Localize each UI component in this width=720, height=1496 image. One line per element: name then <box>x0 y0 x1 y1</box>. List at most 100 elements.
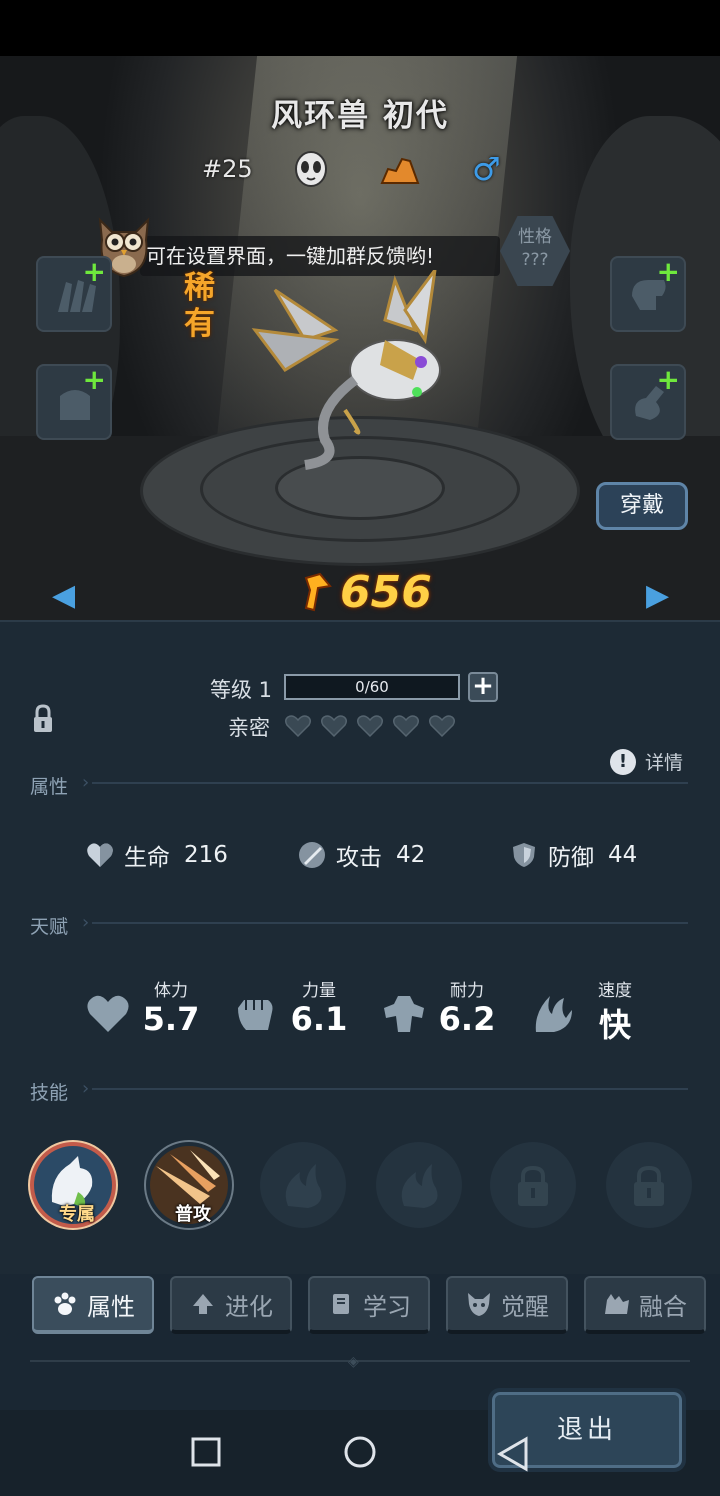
details-button[interactable]: ! 详情 <box>610 748 683 775</box>
equip-slot-amulet[interactable]: + <box>610 364 686 440</box>
stat-hp: 生命 216 <box>86 838 228 872</box>
skill-slot-locked[interactable] <box>490 1142 576 1228</box>
tab-label: 属性 <box>87 1292 135 1321</box>
equip-slot-fist[interactable]: + <box>610 256 686 332</box>
combat-power: 656 <box>300 564 432 620</box>
tab-divider <box>30 1360 690 1362</box>
skill-exclusive-label: 专属 <box>59 1204 95 1225</box>
equip-slot-claw[interactable]: + <box>36 256 112 332</box>
section-divider <box>92 1088 688 1090</box>
add-plus-icon: + <box>82 255 106 288</box>
stat-hp-value: 216 <box>184 842 228 868</box>
tab-label: 进化 <box>225 1292 273 1321</box>
earth-element-icon <box>380 157 420 184</box>
personality-value: ??? <box>521 250 549 270</box>
skill-basic-label: 普攻 <box>175 1204 211 1225</box>
pet-number: #25 <box>202 155 253 183</box>
heart-icon <box>87 995 129 1032</box>
details-label: 详情 <box>645 752 684 774</box>
chevron-right-icon: › <box>82 912 90 933</box>
alien-species-icon <box>295 151 327 187</box>
lock-icon[interactable] <box>32 704 54 734</box>
talent-speed: 速度 快 <box>530 976 650 1046</box>
lock-icon <box>634 1165 664 1206</box>
level-label: 等级 1 <box>210 678 273 702</box>
exclamation-icon: ! <box>610 748 636 775</box>
level-up-plus-button[interactable]: + <box>468 672 498 702</box>
tab-evolve[interactable]: 进化 <box>170 1276 292 1334</box>
heart-empty-icon <box>284 715 312 738</box>
beast-head-icon <box>468 1293 490 1316</box>
section-divider <box>92 922 688 924</box>
tip-text: 可在设置界面，一键加群反馈哟! <box>146 244 435 268</box>
tab-label: 融合 <box>639 1292 687 1321</box>
stat-defense-label: 防御 <box>548 845 594 871</box>
stat-defense-value: 44 <box>608 842 638 868</box>
arrow-up-icon <box>193 1294 213 1314</box>
skill-slot-empty[interactable] <box>376 1142 462 1228</box>
xp-text: 0/60 <box>355 678 389 696</box>
pet-sprite <box>251 270 441 470</box>
chevron-right-icon: › <box>82 1078 90 1099</box>
section-divider <box>92 782 688 784</box>
tab-awaken[interactable]: 觉醒 <box>446 1276 568 1334</box>
tab-learn[interactable]: 学习 <box>308 1276 430 1334</box>
add-plus-icon: + <box>656 363 680 396</box>
heart-empty-icon <box>320 715 348 738</box>
stat-attack-value: 42 <box>396 842 426 868</box>
recents-square-icon[interactable] <box>190 1436 222 1468</box>
xp-progress-bar: 0/60 <box>284 674 460 700</box>
stat-attack-label: 攻击 <box>336 845 382 871</box>
tab-label: 觉醒 <box>501 1292 549 1321</box>
tab-attributes[interactable]: 属性 <box>32 1276 154 1334</box>
section-title-skills: 技能 <box>30 1082 69 1104</box>
equip-button[interactable]: 穿戴 <box>596 482 688 530</box>
talent-strength-value: 6.1 <box>290 1000 348 1038</box>
skill-slot-locked[interactable] <box>606 1142 692 1228</box>
stat-defense: 防御 44 <box>510 838 637 872</box>
talent-stamina: 体力 5.7 <box>86 976 206 1046</box>
talent-endurance-value: 6.2 <box>438 1000 496 1038</box>
talent-speed-value: 快 <box>598 1006 631 1044</box>
rarity-label: 稀有 <box>184 270 215 342</box>
pet-info-panel: 等级 1 0/60 + 亲密 ! 详情 属性 › 生命 216 攻击 42 防御… <box>0 620 720 1280</box>
divider-ornament: ◈ <box>348 1354 359 1370</box>
next-pet-arrow-icon[interactable]: ▶ <box>646 578 669 613</box>
fist-icon <box>238 1000 273 1030</box>
talent-speed-label: 速度 <box>598 981 632 1001</box>
flame-icon <box>285 1164 322 1208</box>
back-triangle-icon[interactable] <box>496 1436 530 1472</box>
skill-basic-attack[interactable]: 普攻 <box>146 1142 232 1228</box>
chevron-right-icon: › <box>82 772 90 793</box>
flame-icon <box>401 1164 438 1208</box>
male-gender-icon: ♂ <box>472 150 501 188</box>
heart-shield-icon <box>87 843 113 867</box>
prev-pet-arrow-icon[interactable]: ◀ <box>52 578 75 613</box>
heart-empty-icon <box>392 715 420 738</box>
heart-empty-icon <box>428 715 456 738</box>
wing-icon <box>535 996 572 1032</box>
lock-icon <box>518 1165 548 1206</box>
shield-icon <box>513 843 535 867</box>
combat-power-value: 656 <box>340 566 432 618</box>
talent-endurance-label: 耐力 <box>450 981 484 1001</box>
add-plus-icon: + <box>82 363 106 396</box>
add-plus-icon: + <box>656 255 680 288</box>
talent-stamina-label: 体力 <box>154 981 188 1001</box>
sword-icon <box>299 842 325 868</box>
section-title-attributes: 属性 <box>30 776 69 798</box>
skill-exclusive[interactable]: 专属 <box>30 1142 116 1228</box>
skill-slot-empty[interactable] <box>260 1142 346 1228</box>
book-icon <box>333 1294 349 1314</box>
paw-icon <box>54 1292 76 1315</box>
talent-stamina-value: 5.7 <box>142 1000 200 1038</box>
muscle-icon <box>384 996 424 1032</box>
fusion-creature-icon <box>605 1294 629 1314</box>
pet-name: 风环兽 初代 <box>271 98 449 134</box>
home-circle-icon[interactable] <box>342 1436 378 1472</box>
equip-slot-armor[interactable]: + <box>36 364 112 440</box>
power-fist-icon <box>304 572 332 612</box>
stat-attack: 攻击 42 <box>298 838 425 872</box>
stat-hp-label: 生命 <box>124 845 170 871</box>
tab-fusion[interactable]: 融合 <box>584 1276 706 1334</box>
